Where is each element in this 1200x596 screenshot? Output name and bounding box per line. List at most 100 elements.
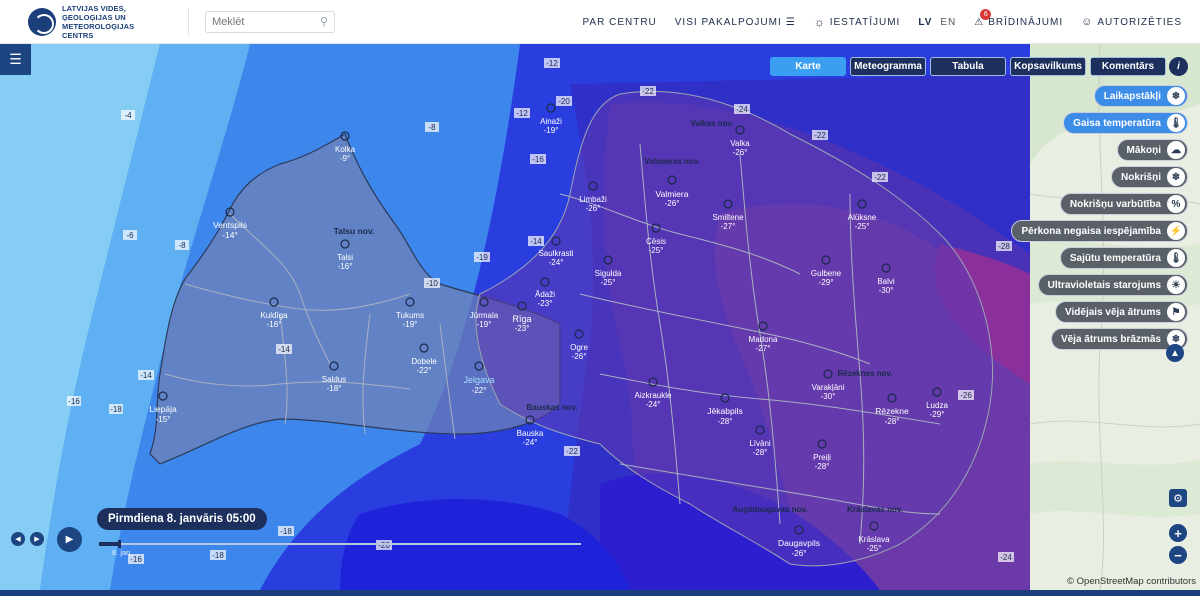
lang-lv[interactable]: LV (918, 17, 932, 28)
next-step-button[interactable]: ▶ (30, 532, 44, 546)
isoline-label: -12 (546, 59, 558, 68)
region-temp: -23° (538, 299, 553, 308)
isoline-label: -14 (140, 371, 152, 380)
region-temp: -25° (855, 222, 870, 231)
list-icon: ☰ (785, 16, 796, 28)
layer-laikapstakli[interactable]: Laikapstākļi ❄ (1093, 85, 1188, 107)
region-name: Tukums (396, 311, 424, 320)
region-name: Limbaži (579, 195, 607, 204)
region-name: Varakļāni (812, 383, 845, 392)
lvgmc-logo[interactable]: Latvijas vides, ģeoloģijas un meteoroloģ… (28, 4, 162, 40)
timeline-progress (99, 542, 119, 546)
region-name: Rīga (512, 314, 531, 324)
nav-login[interactable]: ☺ AUTORIZĒTIES (1081, 16, 1182, 28)
sun-settings-icon: ☼ (813, 15, 826, 29)
search-box[interactable]: ⚲ (205, 10, 335, 33)
search-icon[interactable]: ⚲ (320, 15, 328, 28)
region-name: Cēsis (646, 237, 666, 246)
region-name: Ventspils (213, 220, 247, 230)
isoline-label: -28 (998, 242, 1010, 251)
nav-services-label: VISI PAKALPOJUMI (674, 16, 782, 28)
region-name: Bauska (517, 429, 544, 438)
nav-services[interactable]: VISI PAKALPOJUMI ☰ (675, 17, 796, 28)
region-name: Jēkabpils (707, 406, 742, 416)
region-name: Kolka (335, 145, 356, 154)
region-temp: -19° (477, 320, 492, 329)
region-name: Kuldīga (260, 311, 288, 320)
collapse-layers-button[interactable]: ▲ (1166, 344, 1184, 362)
layer-videjais-vejs[interactable]: Vidējais vēja ātrums ⚑ (1055, 301, 1188, 323)
nav-about[interactable]: PAR CENTRU (583, 17, 657, 28)
region-temp: -26° (665, 199, 680, 208)
header-divider (188, 7, 189, 36)
warnings-count-badge: 6 (980, 8, 992, 20)
layer-label: Ultravioletais starojums (1047, 279, 1161, 291)
region-temp: -25° (867, 544, 882, 553)
isoline-label: -22 (642, 87, 654, 96)
region-temp: -26° (792, 549, 807, 558)
lang-en[interactable]: EN (940, 17, 956, 28)
layer-gaisa-temperatura[interactable]: Gaisa temperatūra 🌡 (1063, 112, 1188, 134)
view-tabs: Karte Meteogramma Tabula Kopsavilkums Ko… (770, 57, 1166, 76)
region-temp: -26° (733, 148, 748, 157)
municipality-label: Talsu nov. (334, 226, 375, 236)
isoline-label: -4 (124, 111, 132, 120)
timeline-track (99, 543, 581, 545)
logo-text: Latvijas vides, ģeoloģijas un meteoroloģ… (62, 3, 135, 40)
isoline-label: -24 (736, 105, 748, 114)
municipality-label: Augšdaugavas nov. (733, 505, 808, 514)
region-temp: -27° (756, 344, 771, 353)
layer-ultravioletais[interactable]: Ultravioletais starojums ☀ (1037, 274, 1188, 296)
layer-label: Mākoņi (1126, 144, 1161, 156)
region-name: Gulbene (811, 269, 842, 278)
isoline-label: -22 (874, 173, 886, 182)
minus-icon: − (1174, 547, 1182, 563)
nav-warnings[interactable]: ⚠ 6 BRĪDINĀJUMI (974, 8, 1063, 28)
info-button[interactable]: i (1169, 57, 1188, 76)
layer-label: Nokrišņu varbūtība (1069, 198, 1161, 210)
region-temp: -28° (753, 448, 768, 457)
zoom-out-button[interactable]: − (1169, 546, 1187, 564)
timeline-thumb[interactable] (118, 540, 122, 548)
region-name: Ainaži (540, 117, 562, 126)
region-temp: -30° (879, 286, 894, 295)
isoline-label: -14 (530, 237, 542, 246)
menu-toggle-button[interactable]: ☰ (0, 44, 31, 75)
zoom-in-button[interactable]: + (1169, 524, 1187, 542)
layer-perkona-negaiss[interactable]: Pērkona negaisa iespējamība ⚡ (1011, 220, 1188, 242)
current-datetime: Pirmdiena 8. janvāris 05:00 (97, 508, 267, 530)
region-name: Aizkraukle (635, 391, 672, 400)
municipality-label: Valkas nov. (691, 119, 734, 128)
region-temp: -22° (472, 386, 487, 395)
tab-komentars[interactable]: Komentārs (1090, 57, 1166, 76)
isoline-label: -14 (278, 345, 290, 354)
main-nav: PAR CENTRU VISI PAKALPOJUMI ☰ ☼ IESTATĪJ… (583, 0, 1183, 44)
thunder-icon: ⚡ (1167, 222, 1185, 240)
play-button[interactable]: ▶ (57, 527, 82, 552)
isoline-label: -18 (212, 551, 224, 560)
tab-kopsavilkums[interactable]: Kopsavilkums (1010, 57, 1086, 76)
prev-step-button[interactable]: ◀ (11, 532, 25, 546)
map-settings-button[interactable]: ⚙ (1169, 489, 1187, 507)
user-icon: ☺ (1081, 16, 1094, 28)
layer-sajutu-temperatura[interactable]: Sajūtu temperatūra 🌡 (1059, 247, 1188, 269)
timeline-slider[interactable] (99, 540, 581, 548)
tab-tabula[interactable]: Tabula (930, 57, 1006, 76)
region-name: Rēzekne (875, 406, 909, 416)
isoline-label: -18 (280, 527, 292, 536)
layer-label: Gaisa temperatūra (1073, 117, 1161, 129)
isoline-label: -12 (516, 109, 528, 118)
tab-karte[interactable]: Karte (770, 57, 846, 76)
chevron-left-icon: ◀ (15, 536, 21, 543)
region-temp: -28° (718, 417, 733, 426)
nav-login-label: AUTORIZĒTIES (1097, 16, 1182, 28)
nav-settings[interactable]: ☼ IESTATĪJUMI (814, 15, 901, 29)
map-attribution[interactable]: © OpenStreetMap contributors (1067, 576, 1196, 587)
search-input[interactable] (212, 15, 312, 28)
layer-nokrisnu-varbutiba[interactable]: Nokrišņu varbūtība% (1059, 193, 1188, 215)
layer-makoni[interactable]: Mākoņi ☁ (1116, 139, 1188, 161)
layer-nokrisni[interactable]: Nokrišņi ❄ (1110, 166, 1188, 188)
region-temp: -26° (586, 204, 601, 213)
tab-meteogramma[interactable]: Meteogramma (850, 57, 926, 76)
gear-icon: ⚙ (1173, 492, 1183, 505)
